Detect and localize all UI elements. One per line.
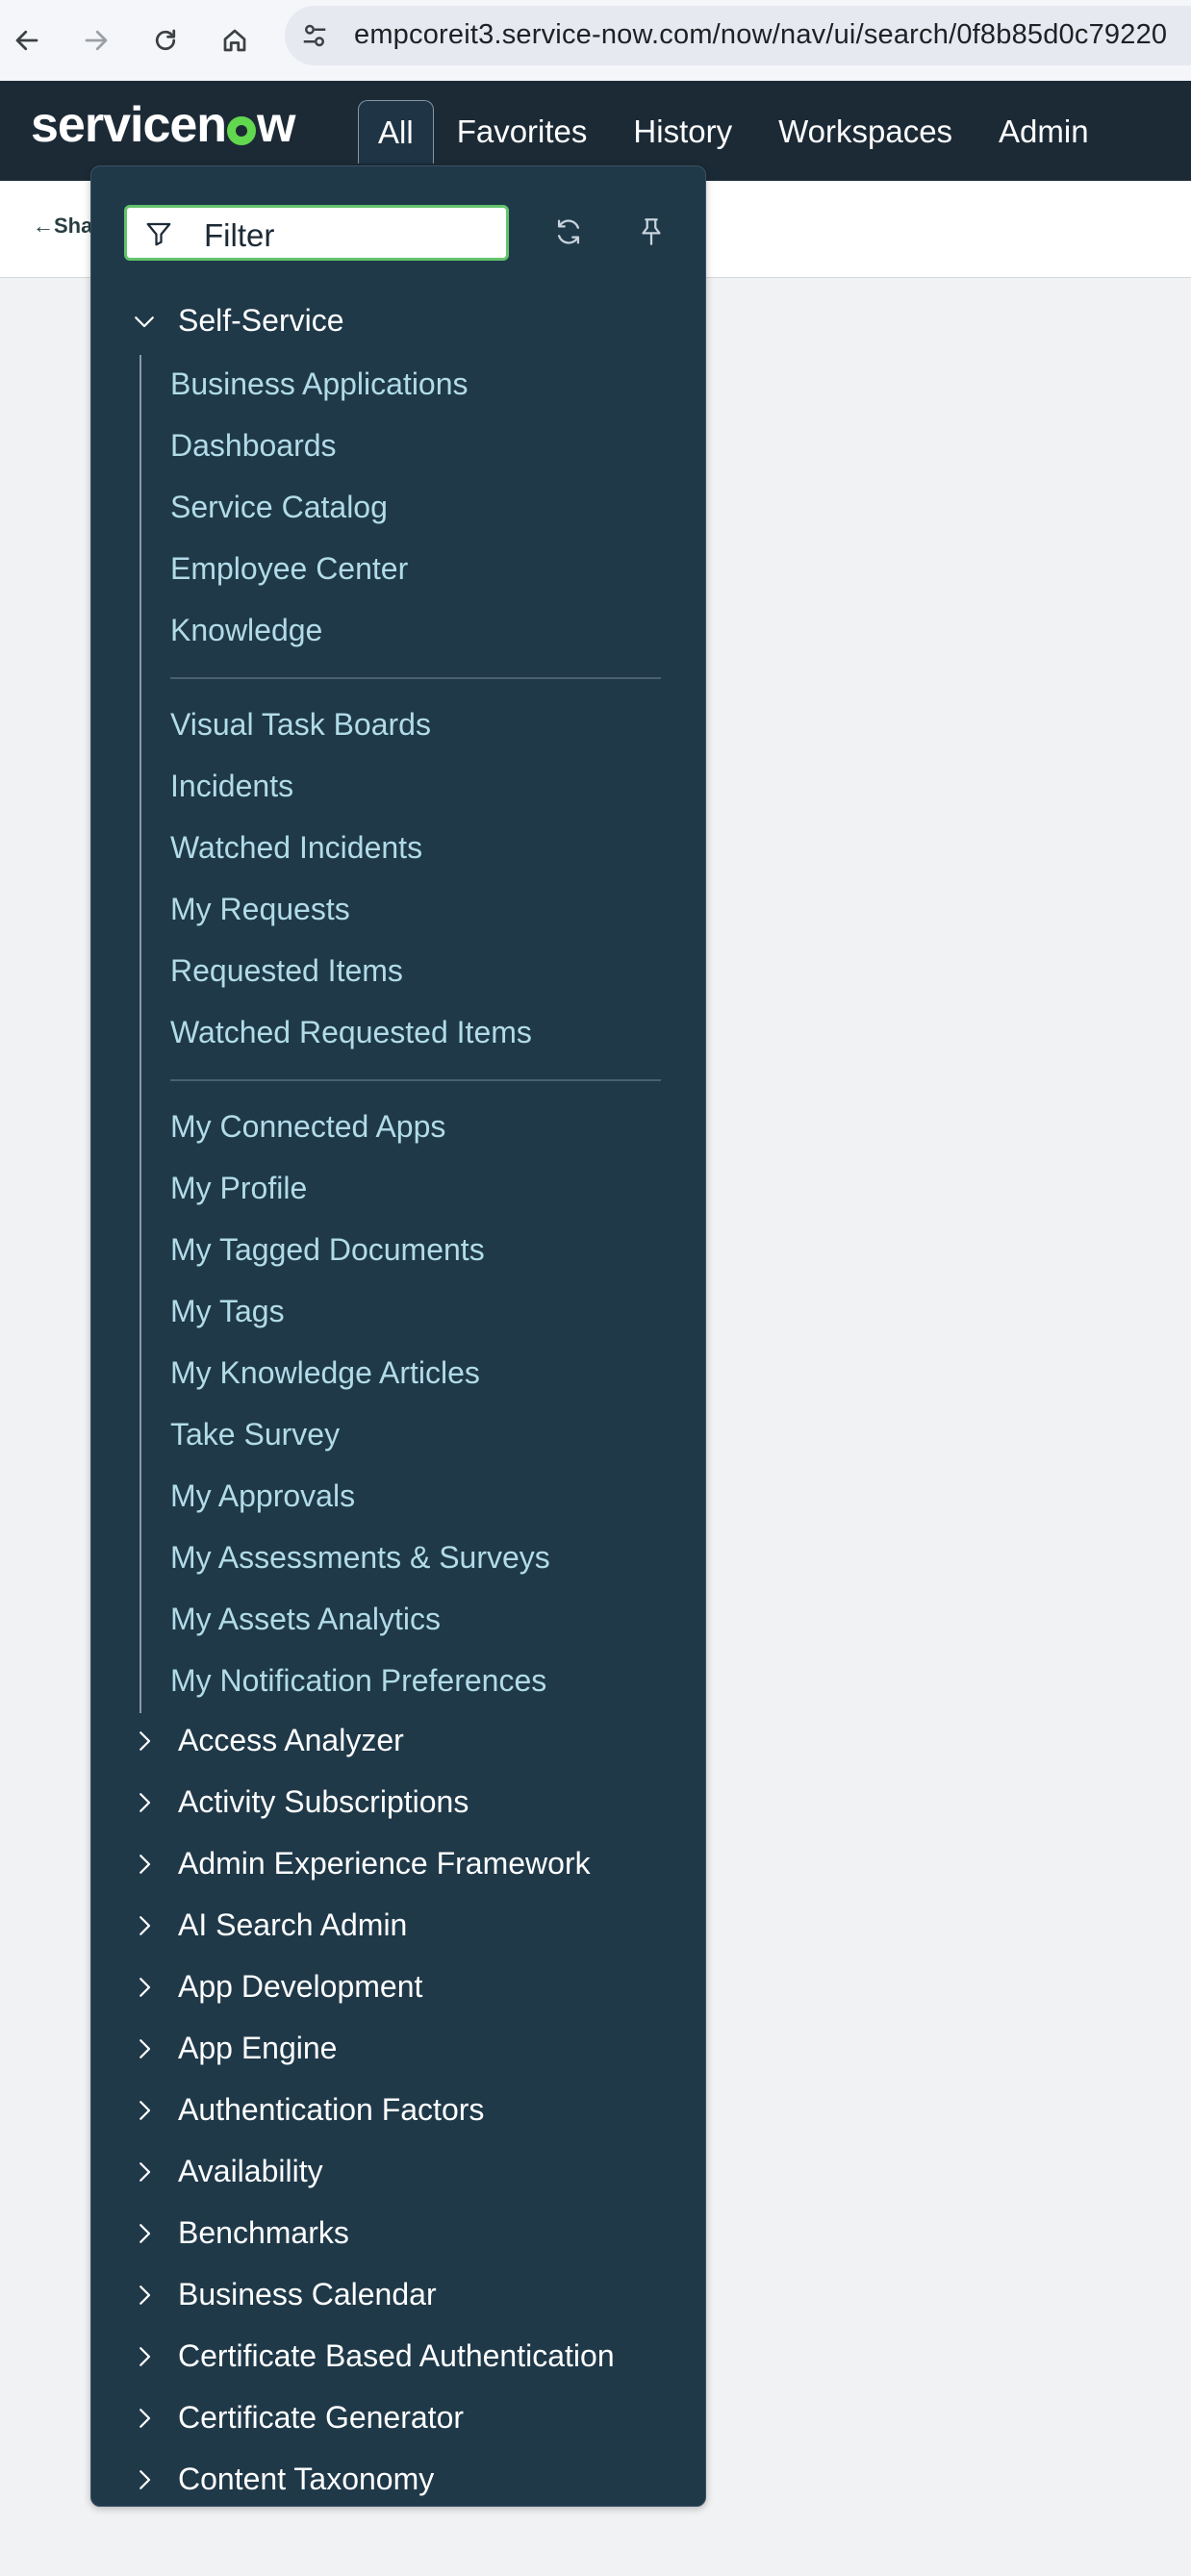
tab-favorites[interactable]: Favorites	[434, 100, 611, 164]
top-navigation: All Favorites History Workspaces Admin	[358, 100, 1112, 164]
filter-placeholder: Filter	[204, 217, 275, 253]
section-collapsed[interactable]: Activity Subscriptions	[130, 1784, 469, 1820]
section-label: Benchmarks	[178, 2215, 349, 2250]
address-bar[interactable]: empcoreit3.service-now.com/now/nav/ui/se…	[285, 6, 1191, 65]
menu-link[interactable]: Dashboards	[170, 428, 337, 464]
tab-admin[interactable]: Admin	[976, 100, 1112, 164]
section-collapsed[interactable]: Certificate Based Authentication	[130, 2338, 615, 2374]
section-collapsed[interactable]: App Engine	[130, 2031, 337, 2066]
menu-link[interactable]: My Connected Apps	[170, 1109, 445, 1145]
chevron-right-icon	[139, 2100, 151, 2120]
tree-guide-line	[139, 355, 141, 1713]
section-label: App Engine	[178, 2031, 338, 2065]
section-label: AI Search Admin	[178, 1907, 408, 1942]
section-collapsed[interactable]: Availability	[130, 2154, 323, 2189]
menu-link[interactable]: My Assessments & Surveys	[170, 1540, 550, 1576]
menu-link[interactable]: My Assets Analytics	[170, 1602, 441, 1637]
arrow-left-icon: ←	[33, 214, 54, 238]
tab-all[interactable]: All	[358, 100, 434, 164]
section-label: Certificate Generator	[178, 2400, 465, 2435]
forward-icon[interactable]	[73, 17, 119, 63]
section-collapsed[interactable]: Access Analyzer	[130, 1723, 404, 1758]
chevron-right-icon	[139, 2408, 151, 2428]
section-label: Self-Service	[178, 303, 344, 338]
section-label: Activity Subscriptions	[178, 1784, 469, 1819]
section-collapsed[interactable]: Admin Experience Framework	[130, 1846, 591, 1881]
refresh-icon	[557, 219, 580, 244]
menu-link[interactable]: My Profile	[170, 1171, 307, 1206]
section-label: Content Taxonomy	[178, 2462, 435, 2496]
chevron-right-icon	[139, 1915, 151, 1935]
menu-link[interactable]: Employee Center	[170, 551, 408, 587]
menu-link[interactable]: My Requests	[170, 892, 350, 927]
chevron-right-icon	[139, 2038, 151, 2058]
section-label: App Development	[178, 1969, 423, 2004]
reload-icon[interactable]	[142, 17, 189, 63]
menu-link[interactable]: Watched Incidents	[170, 830, 422, 866]
refresh-button[interactable]	[547, 211, 590, 253]
tab-history[interactable]: History	[610, 100, 755, 164]
section-label: Availability	[178, 2154, 323, 2188]
menu-link[interactable]: My Approvals	[170, 1478, 355, 1514]
menu-link[interactable]: Service Catalog	[170, 490, 388, 525]
back-link-label: Sha	[54, 214, 93, 238]
chevron-right-icon	[139, 2346, 151, 2366]
filter-input[interactable]: Filter	[124, 205, 509, 261]
menu-link[interactable]: Take Survey	[170, 1417, 340, 1452]
browser-toolbar: empcoreit3.service-now.com/now/nav/ui/se…	[0, 0, 1191, 82]
chevron-right-icon	[139, 2223, 151, 2243]
section-collapsed[interactable]: App Development	[130, 1969, 422, 2005]
menu-divider	[170, 1079, 661, 1081]
back-icon[interactable]	[4, 17, 50, 63]
section-label: Business Calendar	[178, 2277, 437, 2311]
section-collapsed[interactable]: Certificate Generator	[130, 2400, 464, 2436]
menu-link[interactable]: My Knowledge Articles	[170, 1355, 480, 1391]
section-collapsed[interactable]: Benchmarks	[130, 2215, 349, 2251]
chevron-right-icon	[139, 2161, 151, 2182]
menu-link[interactable]: Watched Requested Items	[170, 1015, 532, 1050]
filter-icon	[146, 222, 171, 246]
section-collapsed[interactable]: Authentication Factors	[130, 2092, 484, 2128]
menu-link[interactable]: My Tags	[170, 1294, 285, 1329]
section-label: Authentication Factors	[178, 2092, 485, 2127]
site-settings-icon[interactable]	[300, 21, 329, 50]
menu-link[interactable]: My Tagged Documents	[170, 1232, 485, 1268]
chevron-right-icon	[139, 2469, 151, 2489]
menu-divider	[170, 677, 661, 679]
chevron-right-icon	[139, 1730, 151, 1751]
section-label: Certificate Based Authentication	[178, 2338, 615, 2373]
menu-link[interactable]: Knowledge	[170, 613, 322, 648]
section-self-service[interactable]: Self-Service	[130, 303, 344, 339]
section-label: Access Analyzer	[178, 1723, 404, 1757]
pin-button[interactable]	[630, 211, 672, 253]
chevron-right-icon	[139, 1854, 151, 1874]
menu-link[interactable]: Incidents	[170, 769, 293, 804]
servicenow-logo[interactable]: servicenow servicenw	[31, 96, 296, 154]
all-menu-panel: Filter Self-Service Business Application…	[90, 165, 706, 2507]
menu-link[interactable]: Business Applications	[170, 366, 469, 402]
url-text: empcoreit3.service-now.com/now/nav/ui/se…	[354, 19, 1168, 50]
menu-link[interactable]: Visual Task Boards	[170, 707, 431, 743]
section-collapsed[interactable]: Content Taxonomy	[130, 2462, 434, 2497]
section-collapsed[interactable]: Business Calendar	[130, 2277, 437, 2312]
chevron-right-icon	[139, 1792, 151, 1812]
home-icon[interactable]	[212, 17, 258, 63]
chevron-right-icon	[139, 1977, 151, 1997]
section-collapsed[interactable]: AI Search Admin	[130, 1907, 407, 1943]
section-label: Admin Experience Framework	[178, 1846, 591, 1881]
pin-icon	[642, 218, 661, 245]
chevron-right-icon	[139, 2285, 151, 2305]
back-link[interactable]: ←Sha	[33, 214, 92, 239]
chevron-down-icon	[135, 316, 154, 327]
tab-workspaces[interactable]: Workspaces	[755, 100, 976, 164]
menu-link[interactable]: Requested Items	[170, 953, 403, 989]
menu-link[interactable]: My Notification Preferences	[170, 1663, 546, 1699]
